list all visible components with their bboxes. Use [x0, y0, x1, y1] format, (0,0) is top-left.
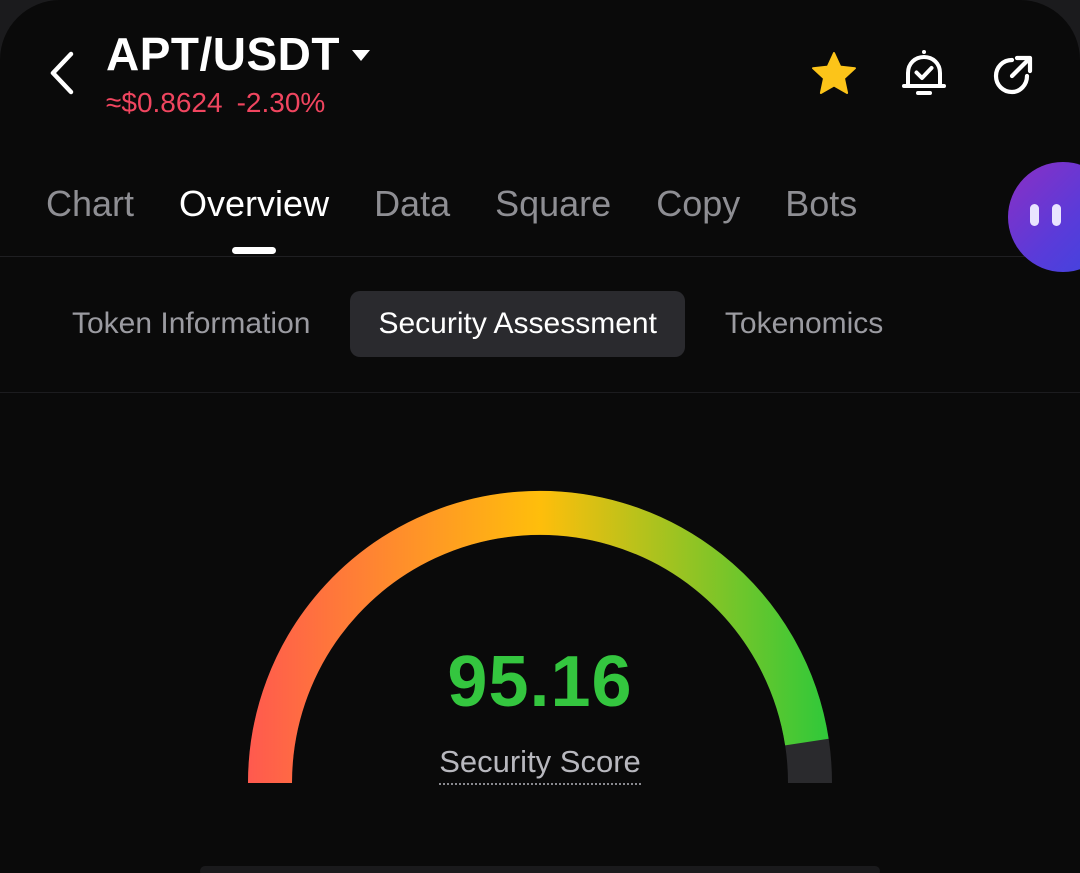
tab-overview[interactable]: Overview: [179, 176, 329, 232]
security-score-value: 95.16: [447, 642, 633, 722]
tabs-divider: [0, 256, 1080, 257]
subtabs-divider: [0, 392, 1080, 393]
chevron-left-icon: [50, 51, 74, 95]
star-icon: [812, 52, 856, 94]
subtab-tokenomics[interactable]: Tokenomics: [705, 291, 903, 357]
subtab-security-assessment[interactable]: Security Assessment: [350, 291, 685, 357]
assistant-eye-icon: [1052, 204, 1061, 226]
price-change: -2.30%: [236, 87, 326, 118]
tab-bots[interactable]: Bots: [785, 176, 857, 232]
back-button[interactable]: [40, 48, 84, 98]
pair-header: APT/USDT ≈$0.8624 -2.30%: [106, 28, 370, 120]
main-tabs: Chart Overview Data Square Copy Bots: [46, 176, 902, 232]
share-button[interactable]: [986, 48, 1038, 100]
sub-tabs: Token Information Security Assessment To…: [52, 291, 923, 357]
share-arrow-icon: [993, 55, 1033, 95]
subtab-token-information[interactable]: Token Information: [52, 291, 330, 357]
caret-down-icon: [352, 49, 370, 61]
tab-square[interactable]: Square: [495, 176, 611, 232]
security-score-label-wrap: Security Score: [0, 744, 1080, 785]
tab-data[interactable]: Data: [374, 176, 450, 232]
gauge-chart: [248, 490, 832, 784]
app-screen: APT/USDT ≈$0.8624 -2.30% Chart Overview …: [0, 0, 1080, 873]
price-row: ≈$0.8624 -2.30%: [106, 86, 370, 120]
favorite-button[interactable]: [808, 48, 860, 100]
tab-copy[interactable]: Copy: [656, 176, 740, 232]
security-gauge: 95.16 Security Score: [0, 400, 1080, 873]
pair-selector[interactable]: APT/USDT: [106, 28, 370, 80]
security-score-label[interactable]: Security Score: [439, 744, 641, 785]
tab-chart[interactable]: Chart: [46, 176, 134, 232]
content-card-edge: [200, 866, 880, 873]
price-value: ≈$0.8624: [106, 87, 223, 118]
price-alert-button[interactable]: [898, 48, 950, 100]
assistant-eye-icon: [1030, 204, 1039, 226]
bell-check-icon: [902, 50, 946, 95]
pair-title: APT/USDT: [106, 28, 340, 80]
